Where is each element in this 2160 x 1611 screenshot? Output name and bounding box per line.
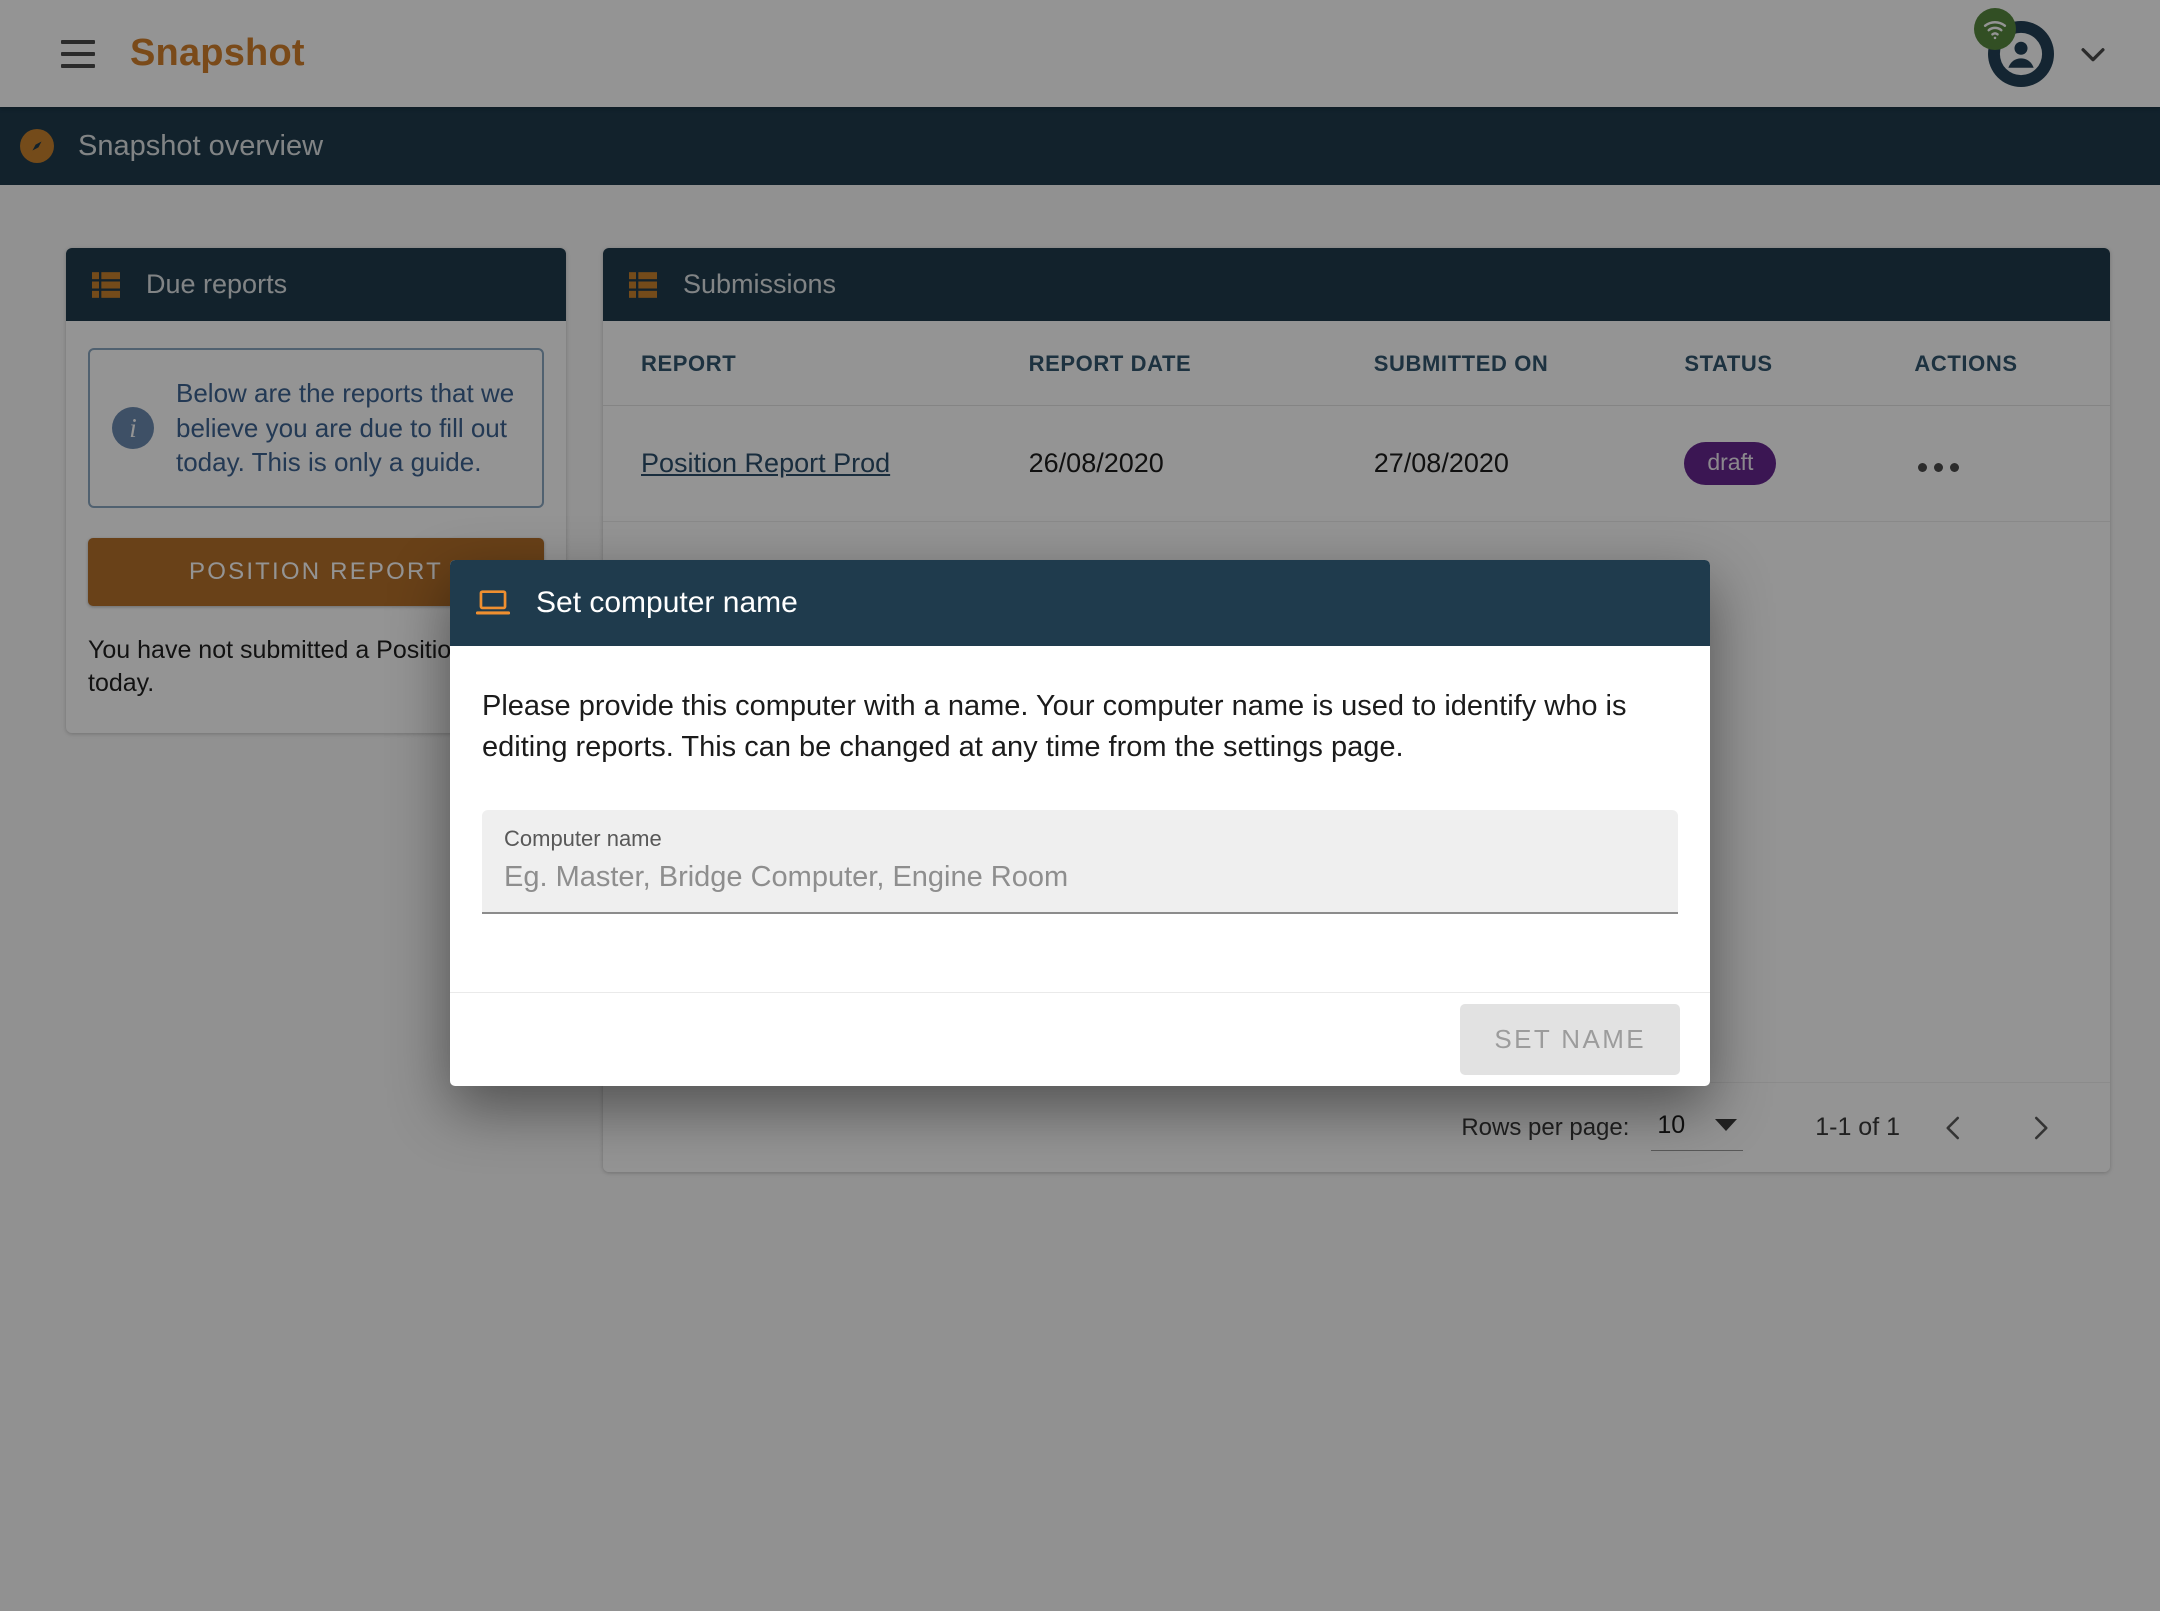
computer-name-input[interactable]: [504, 861, 1656, 895]
set-name-button[interactable]: SET NAME: [1460, 1004, 1680, 1076]
dialog-header: Set computer name: [450, 560, 1710, 646]
laptop-icon: [476, 590, 510, 615]
computer-name-field[interactable]: Computer name: [482, 810, 1678, 915]
computer-name-label: Computer name: [504, 826, 662, 852]
dialog-description: Please provide this computer with a name…: [482, 690, 1627, 764]
dialog-body: Please provide this computer with a name…: [450, 646, 1710, 992]
set-computer-name-dialog: Set computer name Please provide this co…: [450, 560, 1710, 1087]
dialog-footer: SET NAME: [450, 992, 1710, 1086]
dialog-title: Set computer name: [536, 586, 798, 619]
dialog-body-spacer: [482, 914, 1678, 972]
